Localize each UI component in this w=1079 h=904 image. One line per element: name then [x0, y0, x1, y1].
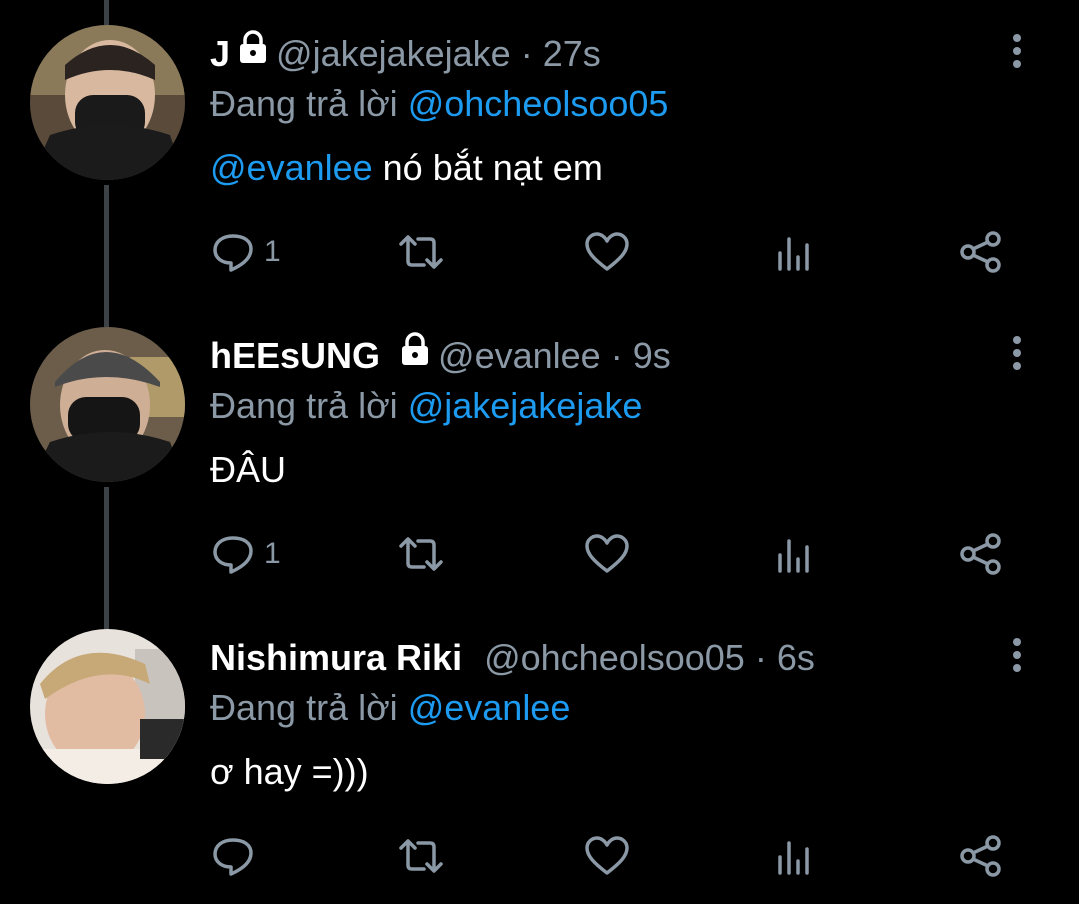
replying-to: Đang trả lời @jakejakejake: [210, 384, 642, 428]
tweet-header: hEEsUNG @evanlee · 9s: [210, 332, 671, 380]
share-icon: [960, 533, 1001, 575]
like-icon: [585, 534, 629, 573]
avatar-image: [30, 25, 185, 180]
timestamp[interactable]: · 6s: [755, 637, 815, 678]
avatar[interactable]: [30, 25, 185, 180]
retweet-button[interactable]: [398, 826, 444, 886]
tweet-header: J @jakejakejake · 27s: [210, 30, 601, 78]
share-icon: [960, 231, 1001, 273]
share-button[interactable]: [958, 826, 1004, 886]
retweet-button[interactable]: [398, 222, 444, 282]
share-button[interactable]: [958, 222, 1004, 282]
like-icon: [585, 836, 629, 875]
tweet[interactable]: J @jakejakejake · 27s Đang trả lời @ohch…: [0, 0, 1079, 300]
avatar[interactable]: [30, 629, 185, 784]
replying-to-label: Đang trả lời: [210, 385, 398, 426]
like-button[interactable]: [584, 524, 630, 584]
more-icon[interactable]: [1002, 32, 1032, 72]
lock-icon: [238, 30, 268, 74]
avatar-image: [30, 327, 185, 482]
reply-icon: [213, 536, 253, 574]
body-mention[interactable]: @evanlee: [210, 147, 373, 188]
body-text: ĐÂU: [210, 449, 287, 490]
timestamp[interactable]: · 9s: [611, 335, 671, 376]
more-icon[interactable]: [1002, 334, 1032, 374]
action-bar: 1: [210, 524, 1030, 584]
display-name[interactable]: J: [210, 33, 230, 74]
reply-icon: [213, 234, 253, 272]
stats-button[interactable]: [772, 524, 818, 584]
body-text: ơ hay =))): [210, 751, 369, 792]
reply-count: 1: [264, 537, 281, 570]
stats-icon: [778, 841, 809, 875]
retweet-button[interactable]: [398, 524, 444, 584]
action-bar: 1: [210, 222, 1030, 282]
user-handle[interactable]: @jakejakejake: [276, 33, 511, 74]
reply-count: 1: [264, 235, 281, 268]
user-handle[interactable]: @evanlee: [438, 335, 601, 376]
more-icon[interactable]: [1002, 636, 1032, 676]
tweet-text: @evanlee nó bắt nạt em: [210, 146, 603, 190]
replying-to-mention[interactable]: @ohcheolsoo05: [408, 83, 669, 124]
tweet[interactable]: hEEsUNG @evanlee · 9s Đang trả lời @jake…: [0, 302, 1079, 602]
replying-to: Đang trả lời @ohcheolsoo05: [210, 82, 668, 126]
like-button[interactable]: [584, 826, 630, 886]
like-button[interactable]: [584, 222, 630, 282]
retweet-icon: [399, 839, 443, 873]
timestamp[interactable]: · 27s: [521, 33, 601, 74]
reply-button[interactable]: 1: [210, 222, 281, 282]
share-button[interactable]: [958, 524, 1004, 584]
tweet-text: ĐÂU: [210, 448, 286, 492]
reply-button[interactable]: [210, 826, 264, 886]
replying-to-mention[interactable]: @evanlee: [408, 687, 571, 728]
stats-icon: [778, 237, 809, 271]
reply-icon: [213, 838, 253, 876]
tweet[interactable]: Nishimura Riki @ohcheolsoo05 · 6s Đang tr…: [0, 604, 1079, 904]
tweet-header: Nishimura Riki @ohcheolsoo05 · 6s: [210, 636, 815, 680]
display-name[interactable]: Nishimura Riki: [210, 637, 462, 678]
replying-to-mention[interactable]: @jakejakejake: [408, 385, 643, 426]
replying-to: Đang trả lời @evanlee: [210, 686, 570, 730]
stats-button[interactable]: [772, 826, 818, 886]
reply-button[interactable]: 1: [210, 524, 281, 584]
like-icon: [585, 232, 629, 271]
share-icon: [960, 835, 1001, 877]
retweet-icon: [399, 537, 443, 571]
retweet-icon: [399, 235, 443, 269]
stats-button[interactable]: [772, 222, 818, 282]
action-bar: [210, 826, 1030, 886]
tweet-text: ơ hay =))): [210, 750, 369, 794]
user-handle[interactable]: @ohcheolsoo05: [484, 637, 745, 678]
replying-to-label: Đang trả lời: [210, 83, 398, 124]
stats-icon: [778, 539, 809, 573]
display-name[interactable]: hEEsUNG: [210, 335, 380, 376]
lock-icon: [400, 332, 430, 376]
replying-to-label: Đang trả lời: [210, 687, 398, 728]
avatar-image: [30, 629, 185, 784]
avatar[interactable]: [30, 327, 185, 482]
body-text: nó bắt nạt em: [372, 147, 603, 188]
